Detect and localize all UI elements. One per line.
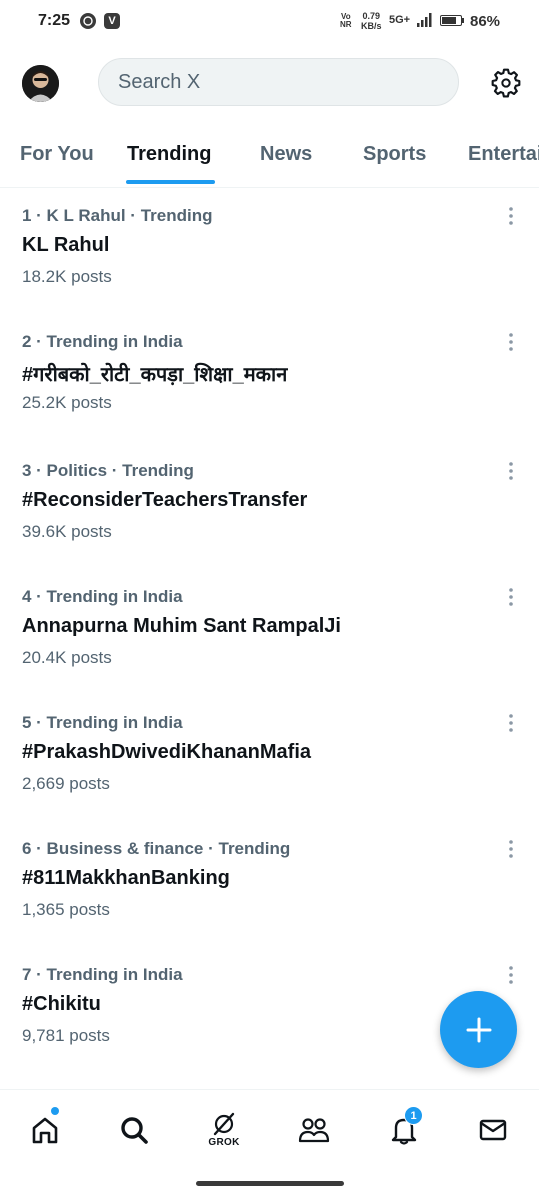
compose-post-button[interactable]: [440, 991, 517, 1068]
trend-post-count: 2,669 posts: [22, 774, 110, 793]
more-options-icon[interactable]: [500, 712, 522, 734]
battery-percent: 86%: [470, 13, 501, 30]
network-speed: 0.79 KB/s: [361, 11, 382, 31]
trend-post-count: 1,365 posts: [22, 900, 110, 919]
home-icon: [32, 1117, 58, 1144]
trend-item[interactable]: 6 · Business & finance · Trending #811Ma…: [0, 839, 539, 965]
search-icon: [121, 1117, 148, 1144]
battery-icon: [440, 15, 462, 26]
trend-name: Annapurna Muhim Sant RampalJi: [22, 615, 341, 637]
tab-entertainment[interactable]: Entertainment: [468, 143, 539, 166]
nav-grok[interactable]: GROK: [204, 1110, 244, 1150]
plus-icon: [466, 1017, 491, 1042]
more-options-icon[interactable]: [500, 838, 522, 860]
search-input-container[interactable]: [98, 58, 459, 106]
more-options-icon[interactable]: [500, 964, 522, 986]
trend-meta: 6 · Business & finance · Trending: [22, 839, 291, 858]
trend-name: #PrakashDwivediKhananMafia: [22, 741, 311, 763]
trend-meta: 4 · Trending in India: [22, 587, 183, 606]
trend-post-count: 39.6K posts: [22, 522, 112, 541]
trend-item[interactable]: 2 · Trending in India #गरीबको_रोटी_कपड़ा…: [0, 332, 539, 458]
grok-label: GROK: [208, 1137, 240, 1148]
trend-name: #गरीबको_रोटी_कपड़ा_शिक्षा_मकान: [22, 364, 288, 386]
tab-news[interactable]: News: [260, 143, 312, 166]
active-tab-indicator: [126, 180, 215, 184]
tab-trending[interactable]: Trending: [127, 143, 211, 166]
trend-meta: 2 · Trending in India: [22, 332, 183, 351]
trend-item[interactable]: 3 · Politics · Trending #ReconsiderTeach…: [0, 461, 539, 587]
v-app-icon: V: [104, 13, 120, 29]
profile-avatar[interactable]: [22, 65, 59, 102]
trend-post-count: 9,781 posts: [22, 1026, 110, 1045]
mail-icon: [479, 1119, 507, 1141]
gear-icon[interactable]: [490, 67, 522, 99]
more-options-icon[interactable]: [500, 205, 522, 227]
bottom-navigation: GROK 1: [0, 1089, 539, 1168]
trend-meta: 3 · Politics · Trending: [22, 461, 194, 480]
grok-icon: [213, 1112, 235, 1136]
trend-name: KL Rahul: [22, 234, 110, 256]
more-options-icon[interactable]: [500, 331, 522, 353]
whatsapp-icon: [80, 13, 96, 29]
battery-cap: [462, 18, 464, 23]
tab-sports[interactable]: Sports: [363, 143, 426, 166]
volte-indicator: Vo NR: [340, 12, 352, 29]
trend-item[interactable]: 5 · Trending in India #PrakashDwivediKha…: [0, 713, 539, 839]
nav-communities[interactable]: [294, 1110, 334, 1150]
trend-post-count: 20.4K posts: [22, 648, 112, 667]
trend-post-count: 18.2K posts: [22, 267, 112, 286]
trend-item[interactable]: 1 · K L Rahul · Trending KL Rahul 18.2K …: [0, 206, 539, 332]
explore-tabs: For You Trending News Sports Entertainme…: [0, 124, 539, 188]
nav-messages[interactable]: [473, 1110, 513, 1150]
trend-post-count: 25.2K posts: [22, 393, 112, 412]
network-type: 5G+: [389, 14, 411, 26]
trend-item[interactable]: 4 · Trending in India Annapurna Muhim Sa…: [0, 587, 539, 713]
status-time: 7:25: [38, 12, 71, 29]
status-bar: 7:25 V Vo NR 0.79 KB/s 5G+ 86%: [0, 0, 539, 44]
nav-explore[interactable]: [114, 1110, 154, 1150]
trend-meta: 1 · K L Rahul · Trending: [22, 206, 213, 225]
trend-name: #ReconsiderTeachersTransfer: [22, 489, 308, 511]
trend-name: #811MakkhanBanking: [22, 867, 230, 889]
people-icon: [298, 1118, 330, 1143]
gesture-navigation-bar[interactable]: [196, 1181, 344, 1186]
trend-meta: 7 · Trending in India: [22, 965, 183, 984]
notification-badge: 1: [404, 1106, 423, 1125]
search-input[interactable]: [116, 69, 420, 95]
trend-name: #Chikitu: [22, 993, 101, 1015]
trend-meta: 5 · Trending in India: [22, 713, 183, 732]
tab-for-you[interactable]: For You: [20, 143, 94, 166]
nav-home[interactable]: [25, 1110, 65, 1150]
home-unread-dot: [51, 1107, 59, 1115]
more-options-icon[interactable]: [500, 586, 522, 608]
more-options-icon[interactable]: [500, 460, 522, 482]
signal-icon: [417, 13, 432, 27]
